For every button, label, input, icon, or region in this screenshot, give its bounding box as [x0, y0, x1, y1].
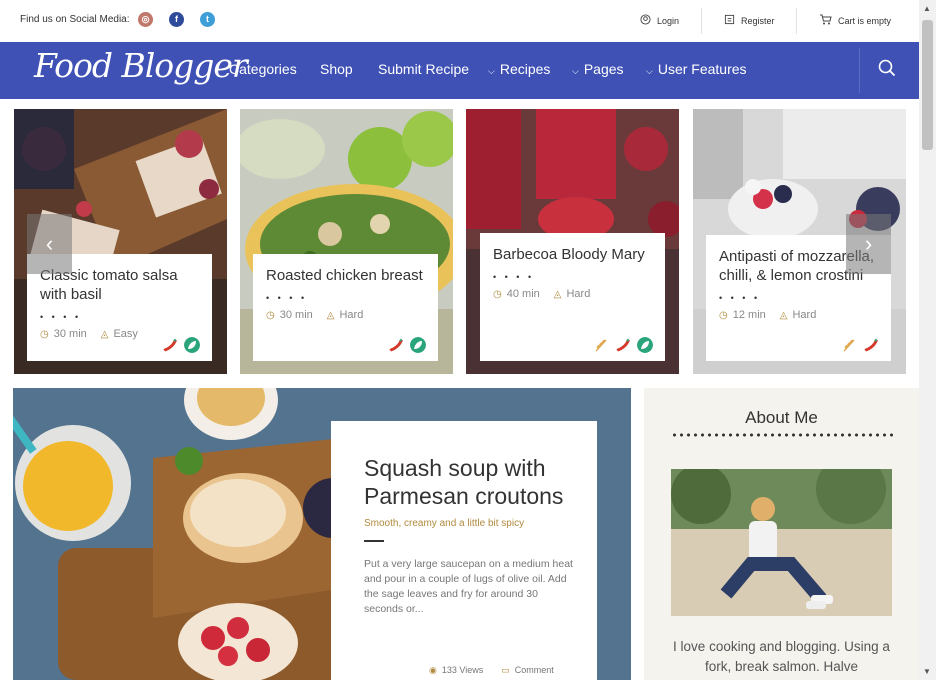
card-title[interactable]: Barbecoa Bloody Mary	[493, 245, 653, 264]
chili-icon	[163, 338, 178, 352]
card-tags	[593, 337, 653, 353]
recipe-card[interactable]: Roasted chicken breast • • • • ◷ 30 min ◬…	[240, 109, 453, 374]
twitter-icon[interactable]: t	[200, 12, 215, 27]
eye-icon: ◉	[429, 665, 437, 675]
nav-recipes[interactable]: ⌵ Recipes	[488, 61, 550, 77]
clock-icon: ◷	[40, 328, 49, 340]
wheat-icon	[595, 339, 607, 352]
card-meta: ◷ 12 min ◬ Hard	[719, 309, 879, 321]
card-dots: • • • •	[40, 312, 82, 322]
difficulty-icon: ◬	[779, 309, 788, 321]
card-time: 40 min	[506, 288, 540, 300]
clock-icon: ◷	[719, 309, 728, 321]
featured-info: Squash soup with Parmesan croutons Smoot…	[331, 421, 597, 680]
divider	[364, 540, 384, 542]
instagram-icon[interactable]: ◎	[138, 12, 153, 27]
card-dots: • • • •	[266, 293, 308, 303]
card-difficulty: Easy	[113, 328, 138, 340]
about-title: About Me	[745, 408, 818, 427]
scroll-down-icon[interactable]: ▼	[923, 667, 931, 676]
login-label: Login	[657, 16, 680, 26]
recipe-card[interactable]: Barbecoa Bloody Mary • • • • ◷ 40 min ◬ Ha…	[466, 109, 679, 374]
difficulty-icon: ◬	[326, 309, 335, 321]
cart-link[interactable]: Cart is empty	[819, 0, 891, 42]
card-title[interactable]: Roasted chicken breast	[266, 266, 426, 285]
cart-icon	[819, 14, 832, 28]
slider-prev-arrow[interactable]: ‹	[27, 214, 72, 274]
page-scrollbar[interactable]: ▲ ▼	[919, 0, 936, 680]
difficulty-icon: ◬	[100, 328, 109, 340]
featured-title[interactable]: Squash soup with Parmesan croutons	[364, 454, 577, 510]
comment-link[interactable]: ▭ Comment	[501, 665, 554, 676]
featured-subtitle: Smooth, creamy and a little bit spicy	[364, 518, 525, 529]
chili-icon	[616, 338, 631, 352]
nav-user-features[interactable]: ⌵ User Features	[646, 61, 747, 77]
chevron-down-icon: ⌵	[488, 66, 495, 76]
featured-excerpt: Put a very large saucepan on a medium he…	[364, 558, 573, 615]
register-icon	[724, 14, 735, 28]
top-bar: Find us on Social Media: ◎ f t Login Reg…	[0, 0, 920, 42]
nav-categories[interactable]: Categories	[229, 61, 297, 77]
card-tags	[841, 337, 879, 353]
card-difficulty: Hard	[792, 309, 817, 321]
leaf-icon	[184, 337, 200, 353]
clock-icon: ◷	[493, 288, 502, 300]
chili-icon	[864, 338, 879, 352]
leaf-icon	[410, 337, 426, 353]
chevron-down-icon: ⌵	[646, 66, 653, 76]
card-tags	[388, 337, 426, 353]
about-photo	[671, 469, 892, 616]
chevron-down-icon: ⌵	[572, 66, 579, 76]
leaf-icon	[637, 337, 653, 353]
nav-divider	[859, 48, 860, 93]
clock-icon: ◷	[266, 309, 275, 321]
site-logo[interactable]: Food Blogger	[34, 46, 248, 85]
card-dots: • • • •	[719, 293, 761, 303]
user-icon	[640, 14, 651, 28]
main-navbar: Food Blogger Categories Shop Submit Reci…	[0, 42, 919, 99]
nav-shop[interactable]: Shop	[320, 61, 353, 77]
login-link[interactable]: Login	[640, 0, 679, 42]
about-me-widget: About Me I love cooking and blogging. Us…	[644, 388, 919, 680]
scroll-up-icon[interactable]: ▲	[923, 4, 931, 13]
difficulty-icon: ◬	[553, 288, 562, 300]
card-time: 12 min	[732, 309, 766, 321]
card-difficulty: Hard	[566, 288, 591, 300]
comment-icon: ▭	[501, 665, 510, 675]
chili-icon	[389, 338, 404, 352]
nav-pages[interactable]: ⌵ Pages	[572, 61, 624, 77]
facebook-icon[interactable]: f	[169, 12, 184, 27]
social-label: Find us on Social Media:	[20, 14, 130, 25]
search-icon[interactable]	[878, 59, 898, 79]
card-dots: • • • •	[493, 272, 535, 282]
card-time: 30 min	[53, 328, 87, 340]
slider-next-arrow[interactable]: ›	[846, 214, 891, 274]
featured-meta: ◉ 133 Views ▭ Comment	[429, 665, 554, 676]
about-text: I love cooking and blogging. Using a for…	[673, 639, 890, 674]
wheat-icon	[843, 339, 855, 352]
card-info: Barbecoa Bloody Mary • • • • ◷ 40 min ◬ Ha…	[480, 233, 665, 361]
featured-post[interactable]: Squash soup with Parmesan croutons Smoot…	[13, 388, 631, 680]
card-time: 30 min	[279, 309, 313, 321]
cart-label: Cart is empty	[838, 16, 892, 26]
nav-submit-recipe[interactable]: Submit Recipe	[378, 61, 469, 77]
register-label: Register	[741, 16, 775, 26]
card-tags	[162, 337, 200, 353]
dotted-divider	[671, 432, 893, 438]
views-count: ◉ 133 Views	[429, 665, 484, 675]
card-meta: ◷ 40 min ◬ Hard	[493, 288, 653, 300]
register-link[interactable]: Register	[724, 0, 775, 42]
card-info: Roasted chicken breast • • • • ◷ 30 min ◬…	[253, 254, 438, 361]
card-difficulty: Hard	[339, 309, 364, 321]
card-meta: ◷ 30 min ◬ Hard	[266, 309, 426, 321]
scroll-thumb[interactable]	[922, 20, 933, 150]
